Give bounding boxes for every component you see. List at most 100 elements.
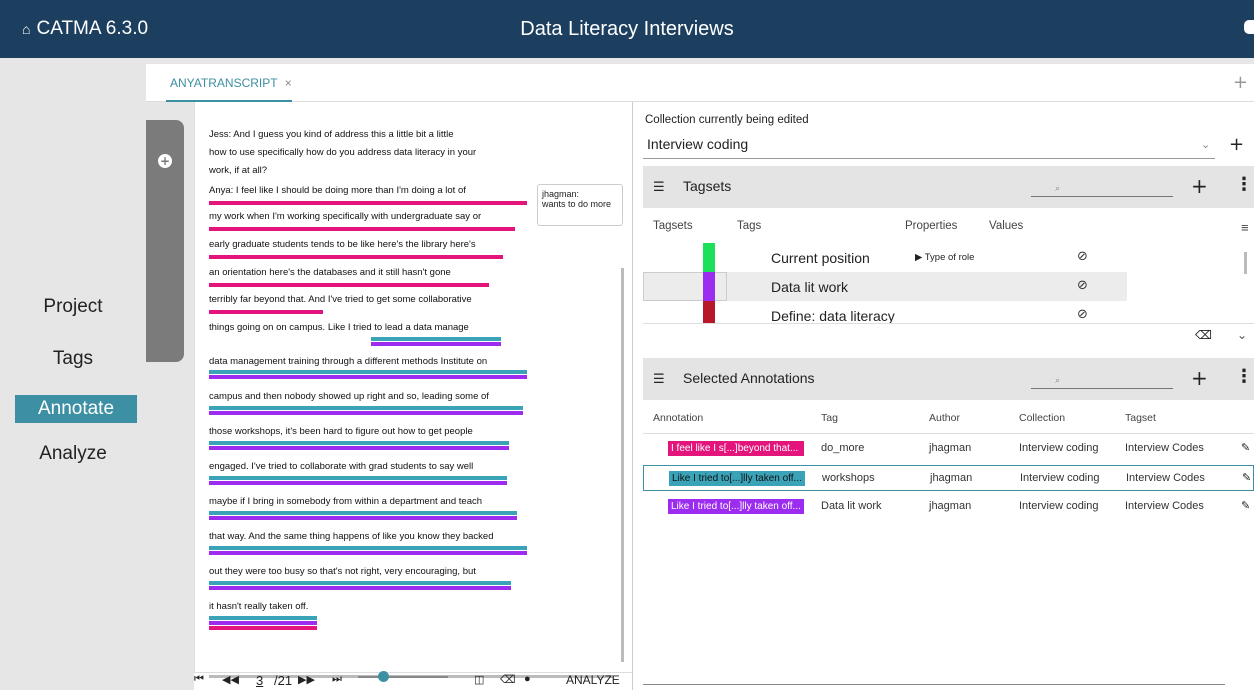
annotation-highlight[interactable] (209, 551, 527, 555)
nav-annotate[interactable]: Annotate (15, 395, 137, 423)
annotation-highlight[interactable] (209, 255, 503, 259)
add-circle-icon[interactable]: + (158, 154, 172, 168)
page-number-input[interactable]: 3 (256, 673, 263, 688)
menu-icon[interactable]: ≡ (1241, 220, 1249, 235)
annotations-search-input[interactable] (1031, 388, 1173, 389)
annotation-row[interactable]: Like I tried to[...]lly taken off... wor… (643, 465, 1254, 491)
first-page-icon[interactable]: ⏮ (194, 673, 204, 686)
search-icon: ⌕ (1055, 376, 1061, 386)
col-tag[interactable]: Tag (821, 412, 838, 424)
comment-icon[interactable]: ● (524, 673, 531, 685)
tag-row[interactable]: Data lit work ⊘ (643, 272, 1127, 301)
annotation-chip: Like I tried to[...]lly taken off... (669, 471, 805, 486)
edit-icon[interactable]: ✎ (1241, 499, 1250, 512)
nav-analyze[interactable]: Analyze (0, 443, 146, 465)
annotation-row[interactable]: Like I tried to[...]lly taken off... Dat… (643, 494, 1254, 520)
annotation-chip: I feel like I s[...]beyond that... (668, 441, 804, 456)
collection-select[interactable]: Interview coding (647, 136, 748, 152)
project-title: Data Literacy Interviews (520, 18, 734, 40)
tag-color (703, 301, 715, 323)
annotation-highlight[interactable] (209, 546, 527, 550)
annotation-highlight[interactable] (371, 337, 501, 341)
drawer-handle[interactable]: + (146, 120, 184, 362)
more-icon[interactable]: ⋮ (1235, 366, 1253, 387)
visibility-off-icon[interactable]: ⊘ (1077, 307, 1088, 322)
edit-icon[interactable]: ✎ (1242, 471, 1251, 484)
col-tagsets[interactable]: Tagsets (653, 220, 693, 232)
tab-close-icon[interactable]: × (285, 76, 292, 90)
annotation-highlight[interactable] (209, 227, 515, 231)
tag-row[interactable]: Current position ▶ Type of role ⊘ (643, 243, 1127, 272)
list-icon: ☰ (653, 372, 665, 387)
tag-property[interactable]: ▶ Type of role (915, 252, 974, 263)
vertical-scrollbar[interactable] (621, 268, 624, 662)
annotation-highlight[interactable] (209, 481, 507, 485)
layout-icon[interactable]: ◫ (474, 673, 484, 686)
annotation-highlight[interactable] (209, 411, 523, 415)
annotation-highlight[interactable] (209, 375, 527, 379)
tag-row[interactable]: Define: data literacy ⊘ (643, 301, 1127, 323)
annotation-collection: Interview coding (1019, 442, 1099, 454)
col-tags[interactable]: Tags (737, 220, 761, 232)
doc-line: an orientation here's the databases and … (209, 267, 451, 278)
col-collection[interactable]: Collection (1019, 412, 1065, 424)
visibility-off-icon[interactable]: ⊘ (1077, 278, 1088, 293)
annotation-highlight[interactable] (371, 342, 501, 346)
col-values[interactable]: Values (989, 220, 1023, 232)
nav-project[interactable]: Project (0, 296, 146, 318)
annotation-highlight[interactable] (209, 441, 509, 445)
col-properties[interactable]: Properties (905, 220, 957, 232)
doc-line: how to use specifically how do you addre… (209, 147, 477, 158)
col-annotation[interactable]: Annotation (653, 412, 703, 424)
more-icon[interactable]: ⋮ (1235, 174, 1253, 195)
tagsets-search-input[interactable] (1031, 196, 1173, 197)
annotation-highlight[interactable] (209, 476, 507, 480)
prev-page-icon[interactable]: ◀◀ (222, 673, 239, 686)
double-chevron-down-icon[interactable]: ⌄ (1237, 328, 1247, 342)
annotation-highlight[interactable] (209, 586, 511, 590)
annotation-highlight[interactable] (209, 581, 511, 585)
edit-icon[interactable]: ✎ (1241, 441, 1250, 454)
col-author[interactable]: Author (929, 412, 960, 424)
annotation-highlight[interactable] (209, 310, 323, 314)
annotation-highlight[interactable] (209, 201, 527, 205)
doc-line: data management training through a diffe… (209, 356, 488, 367)
doc-line: my work when I'm working specifically wi… (209, 211, 482, 222)
annotation-row[interactable]: I feel like I s[...]beyond that... do_mo… (643, 436, 1254, 462)
annotation-highlight[interactable] (209, 446, 509, 450)
comment-bubble[interactable]: jhagman: wants to do more (537, 184, 623, 226)
annotation-highlight[interactable] (209, 626, 317, 630)
annotation-highlight[interactable] (209, 370, 527, 374)
eraser-icon[interactable]: ⌫ (500, 673, 516, 686)
annotation-highlight[interactable] (209, 621, 317, 625)
tab-label: ANYATRANSCRIPT (170, 76, 278, 90)
annotation-author: jhagman (929, 442, 972, 454)
col-tagset[interactable]: Tagset (1125, 412, 1156, 424)
annotations-header-divider (643, 433, 1254, 434)
user-icon[interactable] (1244, 20, 1254, 34)
annotation-highlight[interactable] (209, 616, 317, 620)
nav-tags[interactable]: Tags (0, 348, 146, 370)
add-tagset-button[interactable]: + (1191, 174, 1208, 198)
visibility-off-icon[interactable]: ⊘ (1077, 249, 1088, 264)
tab-anyatranscript[interactable]: ANYATRANSCRIPT × (170, 76, 292, 90)
chevron-down-icon[interactable]: ⌄ (1201, 138, 1210, 151)
add-collection-button[interactable]: + (1229, 134, 1244, 155)
annotation-highlight[interactable] (209, 511, 517, 515)
annotation-highlight[interactable] (209, 516, 517, 520)
tagsets-title: Tagsets (683, 178, 732, 194)
zoom-slider-handle[interactable] (378, 671, 389, 682)
zoom-slider[interactable] (358, 676, 448, 678)
annotation-author: jhagman (930, 472, 973, 484)
annotation-highlight[interactable] (209, 283, 489, 287)
add-annotation-button[interactable]: + (1191, 366, 1208, 390)
analyze-button[interactable]: ANALYZE (566, 673, 620, 687)
next-page-icon[interactable]: ▶▶ (298, 673, 315, 686)
annotation-highlight[interactable] (209, 406, 523, 410)
tagsets-scrollbar[interactable] (1244, 252, 1247, 274)
collection-underline (643, 158, 1215, 159)
document-text[interactable]: Jess: And I guess you kind of address th… (194, 102, 624, 678)
last-page-icon[interactable]: ⏭ (332, 673, 342, 686)
add-tab-icon[interactable]: + (1233, 72, 1248, 93)
eraser-icon[interactable]: ⌫ (1195, 328, 1212, 342)
